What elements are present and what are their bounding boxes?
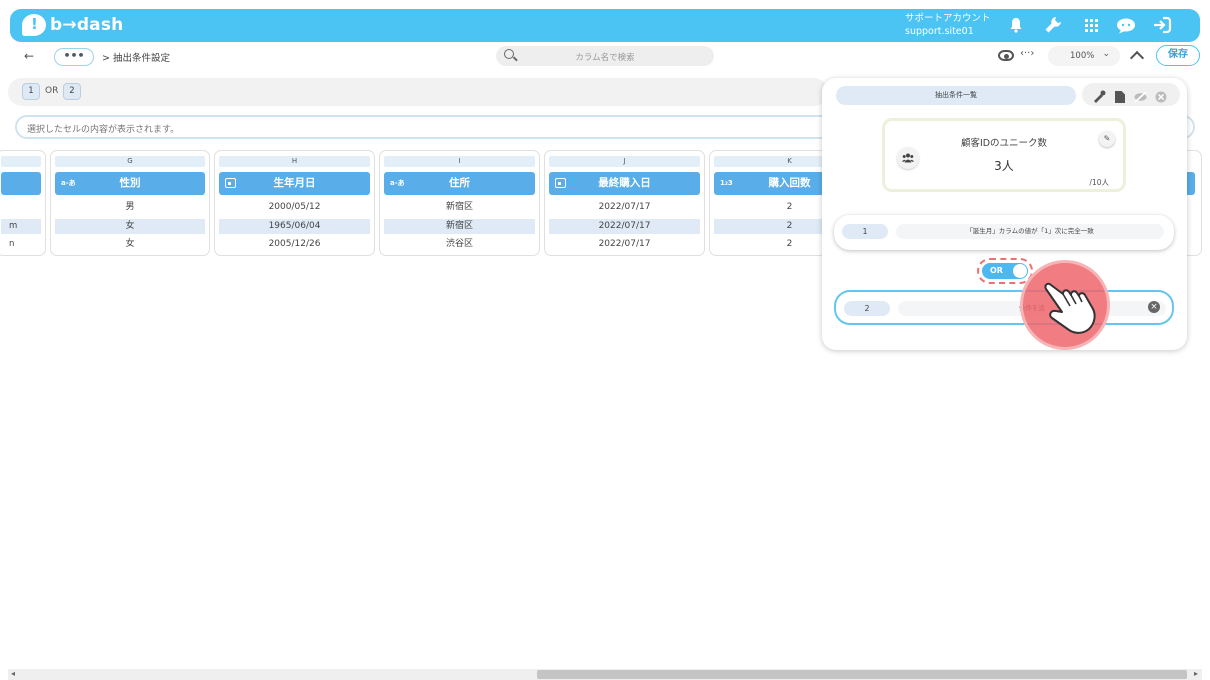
scrollbar-thumb[interactable] xyxy=(537,670,1187,679)
condition-chip-1[interactable]: 1 xyxy=(22,83,40,100)
unique-count-total: /10人 xyxy=(1089,178,1109,187)
unique-count-title: 顧客IDのユニーク数 xyxy=(960,138,1048,149)
table-cell[interactable]: n xyxy=(1,237,41,252)
zoom-value: 100% xyxy=(1070,51,1095,61)
grid-icon[interactable] xyxy=(1081,15,1101,35)
eye-icon[interactable] xyxy=(998,50,1014,61)
chevron-up-icon[interactable] xyxy=(1130,49,1144,63)
chat-icon[interactable] xyxy=(1116,15,1136,35)
logo-bubble-icon xyxy=(22,14,46,36)
text-type-icon: a-あ xyxy=(61,179,76,187)
column-letter: G xyxy=(55,156,205,167)
table-cell[interactable]: 新宿区 xyxy=(384,219,535,234)
column-letter xyxy=(1,156,41,167)
column-header[interactable] xyxy=(1,172,41,195)
clear-icon[interactable] xyxy=(1155,88,1167,103)
click-pointer-overlay xyxy=(1020,260,1110,350)
table-column-address: I a-あ 住所 新宿区 新宿区 渋谷区 xyxy=(379,150,540,256)
back-arrow-icon[interactable]: ← xyxy=(24,49,34,63)
condition-number: 2 xyxy=(844,301,890,316)
top-nav-bar: b→dash サポートアカウント support.site01 xyxy=(10,9,1200,42)
column-search-input[interactable]: カラム名で検索 xyxy=(496,46,714,66)
column-name: 住所 xyxy=(449,177,470,189)
table-column-birthdate: H 生年月日 2000/05/12 1965/06/04 2005/12/26 xyxy=(214,150,375,256)
unique-count-card: 顧客IDのユニーク数 3人 /10人 ✎ xyxy=(882,118,1126,192)
table-cell[interactable]: 2022/07/17 xyxy=(549,237,700,252)
hand-pointer-icon xyxy=(1044,282,1096,334)
condition-operator: OR xyxy=(45,86,59,96)
calendar-icon xyxy=(555,178,566,188)
table-cell[interactable]: m xyxy=(1,219,41,234)
account-id: support.site01 xyxy=(905,26,974,37)
more-button[interactable]: ••• xyxy=(54,48,94,66)
table-column-gender: G a-あ 性別 男 女 女 xyxy=(50,150,210,256)
account-label: サポートアカウント xyxy=(905,13,991,24)
hide-icon[interactable] xyxy=(1134,88,1147,103)
and-or-toggle[interactable]: OR xyxy=(982,263,1028,279)
unique-count-value: 3人 xyxy=(994,159,1014,173)
table-cell[interactable]: 女 xyxy=(55,219,205,234)
code-toggle-icon[interactable]: ‹··› xyxy=(1020,48,1034,59)
condition-chip-2[interactable]: 2 xyxy=(63,83,81,100)
column-letter: H xyxy=(219,156,370,167)
table-cell[interactable]: 2005/12/26 xyxy=(219,237,370,252)
column-letter: I xyxy=(384,156,535,167)
condition-expression-strip: 1 OR 2 xyxy=(8,78,828,106)
column-name: 性別 xyxy=(119,177,141,189)
breadcrumb: > 抽出条件設定 xyxy=(102,53,170,64)
brand-name: b→dash xyxy=(50,15,124,35)
table-cell[interactable]: 2000/05/12 xyxy=(219,200,370,215)
table-column-partial: m n xyxy=(0,150,46,256)
scroll-right-icon[interactable]: ▸ xyxy=(1194,669,1198,678)
palette-icon[interactable] xyxy=(1092,88,1106,103)
panel-title: 抽出条件一覧 xyxy=(836,86,1076,105)
save-button[interactable]: 保存 xyxy=(1156,45,1200,66)
column-name: 購入回数 xyxy=(768,177,811,189)
or-toggle-highlight: OR xyxy=(977,258,1033,284)
document-icon[interactable] xyxy=(1115,88,1127,103)
table-cell[interactable]: 1965/06/04 xyxy=(219,219,370,234)
edit-icon[interactable]: ✎ xyxy=(1099,131,1115,147)
table-cell[interactable]: 男 xyxy=(55,200,205,215)
toggle-label: OR xyxy=(990,266,1003,275)
text-type-icon: a-あ xyxy=(390,179,405,187)
logout-icon[interactable] xyxy=(1152,15,1172,35)
number-type-icon: 1₂3 xyxy=(720,179,733,187)
condition-text[interactable]: 「誕生月」カラムの値が「1」次に完全一致 xyxy=(896,224,1164,239)
condition-list-panel: 抽出条件一覧 顧客IDのユニーク数 3人 /10人 ✎ 1 「誕生月」カラムの値… xyxy=(822,78,1187,350)
cell-content-placeholder: 選択したセルの内容が表示されます。 xyxy=(27,125,180,135)
condition-number: 1 xyxy=(842,224,888,239)
horizontal-scrollbar[interactable]: ◂ ▸ xyxy=(8,669,1202,680)
chevron-down-icon: ⌄ xyxy=(1102,49,1110,59)
panel-toolbar xyxy=(1082,83,1180,106)
condition-row-2[interactable]: 2 条件を追 × xyxy=(834,290,1174,325)
column-name: 最終購入日 xyxy=(598,177,651,189)
bell-icon[interactable] xyxy=(1006,15,1026,35)
column-letter: J xyxy=(549,156,700,167)
search-placeholder: カラム名で検索 xyxy=(575,53,635,63)
brand-logo[interactable]: b→dash xyxy=(22,14,123,36)
condition-row-1[interactable]: 1 「誕生月」カラムの値が「1」次に完全一致 xyxy=(834,215,1174,250)
column-header[interactable]: a-あ 住所 xyxy=(384,172,535,195)
toggle-knob xyxy=(1013,264,1027,278)
table-cell[interactable]: 2022/07/17 xyxy=(549,219,700,234)
column-header[interactable]: a-あ 性別 xyxy=(55,172,205,195)
zoom-select[interactable]: 100% ⌄ xyxy=(1048,46,1120,66)
account-info[interactable]: サポートアカウント support.site01 xyxy=(905,12,991,38)
app-window: b→dash サポートアカウント support.site01 ← ••• > … xyxy=(0,0,1210,680)
table-cell[interactable]: 2022/07/17 xyxy=(549,200,700,215)
editor-toolbar: ← ••• > 抽出条件設定 カラム名で検索 ‹··› 100% ⌄ 保存 xyxy=(10,44,1200,70)
column-header[interactable]: 生年月日 xyxy=(219,172,370,195)
table-column-last-purchase: J 最終購入日 2022/07/17 2022/07/17 2022/07/17 xyxy=(544,150,705,256)
table-cell[interactable]: 新宿区 xyxy=(384,200,535,215)
calendar-icon xyxy=(225,178,236,188)
column-header[interactable]: 最終購入日 xyxy=(549,172,700,195)
wrench-icon[interactable] xyxy=(1043,15,1063,35)
table-cell[interactable]: 渋谷区 xyxy=(384,237,535,252)
close-icon[interactable]: × xyxy=(1148,301,1160,313)
scroll-left-icon[interactable]: ◂ xyxy=(11,669,15,678)
table-cell[interactable]: 女 xyxy=(55,237,205,252)
column-name: 生年月日 xyxy=(273,177,316,189)
